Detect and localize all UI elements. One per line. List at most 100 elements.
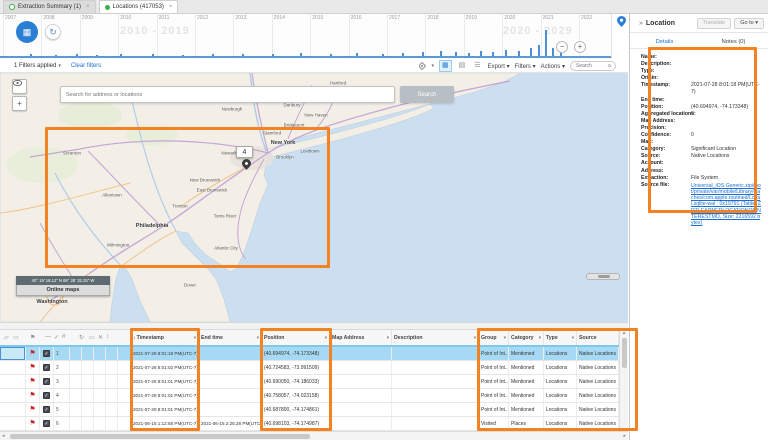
row-checkbox-cell[interactable]: ✓ [40, 375, 54, 388]
column-filter-caret-icon[interactable]: ▾ [257, 335, 259, 341]
table-horizontal-scrollbar[interactable]: ◂ ▸ [0, 431, 628, 440]
scroll-left-icon[interactable]: ◂ [2, 433, 5, 439]
map-zoom-in-button[interactable]: + [12, 96, 27, 111]
column-filter-caret-icon[interactable]: ▾ [539, 335, 541, 341]
column-filter-caret-icon[interactable]: ▾ [572, 335, 574, 341]
map-search-input[interactable] [61, 91, 394, 99]
goto-button[interactable]: Go to ▾ [734, 18, 764, 29]
row-checkbox-cell[interactable]: ✓ [40, 389, 54, 402]
row-checkbox[interactable]: ✓ [43, 406, 50, 413]
map-cluster-count[interactable]: 4 [236, 146, 253, 158]
column-filter-caret-icon[interactable]: ▾ [194, 335, 196, 341]
select-check-icon[interactable]: ✓ [54, 334, 59, 341]
panel-tab-notes-0[interactable]: Notes (0) [699, 36, 768, 48]
table-row[interactable]: ⚑✓12021-07-28 8:01:18 PM(UTC-7)(40.69497… [0, 347, 619, 361]
column-filter-caret-icon[interactable]: ▾ [325, 335, 327, 341]
filters-applied-caret-icon[interactable]: ▾ [58, 63, 61, 69]
column-header-category[interactable]: Category▾ [509, 330, 544, 345]
column-header-timestamp[interactable]: ↓Timestamp▾ [131, 330, 199, 345]
map-canvas[interactable]: ScrantonAllentownPhiladelphiaWilmingtonB… [0, 73, 628, 322]
actions-button[interactable]: Actions ▾ [541, 63, 565, 70]
table-search-box[interactable] [570, 61, 616, 71]
tag-icon[interactable] [417, 62, 425, 70]
row-focus-cell[interactable] [0, 347, 26, 360]
table-vertical-scrollbar[interactable]: ▴ [619, 330, 628, 431]
row-checkbox-cell[interactable]: ✓ [40, 403, 54, 416]
tab-locations-417053[interactable]: Locations (417053)× [99, 0, 179, 13]
translate-button[interactable]: Translate [697, 18, 732, 29]
column-header-source[interactable]: Source [577, 330, 619, 345]
undo-icon[interactable]: ↻ [79, 334, 84, 341]
table-row[interactable]: ⚑✓42021-07-28 8:01:01 PM(UTC-7)(40.75805… [0, 389, 619, 403]
map-mini-scrollbar[interactable] [586, 273, 620, 280]
clear-filters-link[interactable]: Clear filters [71, 63, 101, 69]
note-icon[interactable]: ▭ [89, 334, 95, 341]
horizontal-scroll-thumb[interactable] [10, 434, 310, 439]
row-checkbox[interactable]: ✓ [43, 364, 50, 371]
scroll-up-icon[interactable]: ▴ [620, 330, 628, 337]
table-row[interactable]: ⚑✓62021-06-15 1:12:58 PM(UTC-7)2021-06-1… [0, 417, 619, 431]
row-flag-cell[interactable]: ⚑ [26, 389, 40, 402]
clear-icon[interactable]: ✕ [98, 334, 103, 341]
row-flag-cell[interactable]: ⚑ [26, 403, 40, 416]
timeline-zoom-in-button[interactable]: + [574, 41, 586, 53]
filters-button[interactable]: Filters ▾ [515, 63, 536, 70]
row-focus-cell[interactable] [0, 375, 26, 388]
vertical-scroll-thumb[interactable] [622, 338, 627, 368]
row-flag-cell[interactable]: ⚑ [26, 417, 40, 430]
column-header-description[interactable]: Description▾ [392, 330, 479, 345]
map-visibility-button[interactable] [12, 79, 27, 94]
export-button[interactable]: Export ▾ [488, 63, 510, 70]
map-view-button[interactable]: ▤ [457, 61, 468, 71]
row-flag-cell[interactable]: ⚑ [26, 347, 40, 360]
table-row[interactable]: ⚑✓32021-07-28 8:01:01 PM(UTC-7)(40.69005… [0, 375, 619, 389]
map-search-box[interactable] [60, 86, 395, 103]
row-checkbox-cell[interactable]: ✓ [40, 347, 54, 360]
timeline-view-button[interactable]: ▦ [16, 21, 38, 43]
row-checkbox[interactable]: ✓ [43, 350, 50, 357]
column-header-end-time[interactable]: End time▾ [199, 330, 262, 345]
deselect-icon[interactable]: — [45, 334, 51, 340]
column-header-position[interactable]: Position▾ [262, 330, 330, 345]
column-filter-caret-icon[interactable]: ▾ [474, 335, 476, 341]
tab-close-icon[interactable]: × [86, 4, 90, 10]
row-flag-cell[interactable]: ⚑ [26, 361, 40, 374]
table-row[interactable]: ⚑✓52021-07-28 8:01:01 PM(UTC-7)(40.68780… [0, 403, 619, 417]
row-focus-cell[interactable] [0, 417, 26, 430]
timeline[interactable]: 2007200820092010201120122013201420152016… [0, 14, 612, 59]
map-search-button[interactable]: Search [400, 86, 454, 103]
row-checkbox[interactable]: ✓ [43, 378, 50, 385]
scroll-right-icon[interactable]: ▸ [623, 433, 626, 439]
table-row[interactable]: ⚑✓22021-07-28 8:01:02 PM(UTC-7)(40.72458… [0, 361, 619, 375]
row-checkbox-cell[interactable]: ✓ [40, 417, 54, 430]
row-focus-cell[interactable] [0, 361, 26, 374]
column-header-group[interactable]: Group▾ [479, 330, 509, 345]
sort-updown-icon[interactable]: ↕ [106, 334, 109, 340]
row-number-icon[interactable]: # [62, 334, 65, 340]
panel-tab-details[interactable]: Details [630, 36, 699, 48]
column-header-type[interactable]: Type▾ [544, 330, 577, 345]
row-checkbox[interactable]: ✓ [43, 420, 50, 427]
row-focus-cell[interactable] [0, 403, 26, 416]
column-filter-caret-icon[interactable]: ▾ [387, 335, 389, 341]
row-checkbox[interactable]: ✓ [43, 392, 50, 399]
tab-close-icon[interactable]: × [169, 4, 173, 10]
tag-caret-icon[interactable]: ▾ [432, 63, 435, 69]
row-focus-cell[interactable] [0, 389, 26, 402]
collapse-panel-icon[interactable]: » [639, 20, 643, 27]
source-file-link[interactable]: Universal_iOS Generic.zip/root/private/v… [691, 182, 762, 226]
column-filter-caret-icon[interactable]: ▾ [504, 335, 506, 341]
timeline-zoom-out-button[interactable]: − [556, 41, 568, 53]
map-pin-icon[interactable] [617, 16, 626, 27]
row-checkbox-cell[interactable]: ✓ [40, 361, 54, 374]
flag-column-icon[interactable]: ⚑ [30, 334, 35, 341]
folder-open-icon[interactable]: ▱ [4, 334, 9, 341]
map-table-splitter[interactable] [0, 322, 628, 330]
filters-applied-label[interactable]: 1 Filters applied [14, 63, 56, 69]
row-flag-cell[interactable]: ⚑ [26, 375, 40, 388]
online-maps-button[interactable]: Online maps [16, 285, 110, 296]
table-search-input[interactable] [574, 62, 608, 70]
column-header-map-address[interactable]: Map Address▾ [330, 330, 392, 345]
folder-icon[interactable]: ▭ [13, 334, 19, 341]
tab-extraction-summary-1[interactable]: Extraction Summary (1)× [3, 0, 96, 13]
